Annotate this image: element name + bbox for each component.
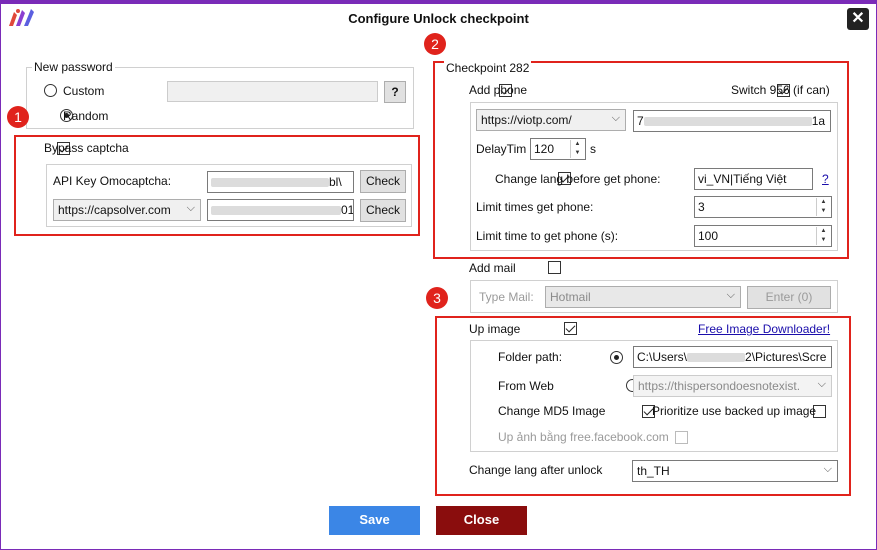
api-key-check-button[interactable]: Check — [360, 170, 406, 193]
from-web-select[interactable]: https://thispersondoesnotexist. ⌵ — [633, 375, 832, 397]
delay-unit: s — [590, 142, 596, 156]
switch-label: Switch 956 (if can) — [731, 83, 830, 97]
chevron-down-icon: ⌵ — [611, 112, 620, 124]
phone-site-select[interactable]: https://viotp.com/ ⌵ — [476, 109, 626, 131]
password-help-button[interactable]: ? — [384, 81, 406, 103]
folder-path-radio[interactable] — [609, 351, 623, 364]
enter-mail-button[interactable]: Enter (0) — [747, 286, 831, 309]
stepper-arrows-icon[interactable]: ▲ ▼ — [816, 198, 830, 216]
save-button[interactable]: Save — [329, 506, 420, 535]
add-phone-label: Add phone — [469, 83, 528, 97]
change-lang-before-label: Change lang before get phone: — [495, 172, 661, 186]
phone-site-value: https://viotp.com/ — [481, 113, 572, 127]
from-web-value: https://thispersondoesnotexist. — [638, 379, 801, 393]
type-mail-select[interactable]: Hotmail ⌵ — [545, 286, 741, 308]
captcha-provider-select[interactable]: https://capsolver.com ⌵ — [53, 199, 201, 221]
checkpoint-group-label: Checkpoint 282 — [444, 61, 532, 75]
limit-times-value: 3 — [698, 200, 705, 214]
close-window-button[interactable]: ✕ — [847, 8, 869, 30]
up-image-label: Up image — [469, 322, 521, 336]
lang-help-link[interactable]: ? — [822, 172, 829, 186]
free-image-downloader-link[interactable]: Free Image Downloader! — [698, 322, 830, 336]
custom-radio[interactable] — [44, 84, 57, 97]
window-title: Configure Unlock checkpoint — [348, 11, 529, 26]
custom-label: Custom — [63, 84, 105, 98]
bypass-captcha-label: Bypass captcha — [44, 141, 129, 155]
provider-key-input[interactable]: 01 — [207, 199, 354, 221]
type-mail-label: Type Mail: — [479, 290, 534, 304]
captcha-provider-value: https://capsolver.com — [58, 203, 171, 217]
limit-time-stepper[interactable]: 100 ▲ ▼ — [694, 225, 832, 247]
api-key-label: API Key Omocaptcha: — [53, 174, 172, 188]
badge-two: 2 — [424, 33, 446, 55]
folder-path-input[interactable]: C:\Users\ 2\Pictures\Scre — [633, 346, 832, 368]
limit-time-label: Limit time to get phone (s): — [476, 229, 619, 243]
stepper-arrows-icon[interactable]: ▲ ▼ — [570, 140, 584, 158]
phone-key-input[interactable]: 7 1a — [633, 110, 831, 132]
folder-path-suffix: 2\Pictures\Scre — [745, 350, 827, 364]
chevron-down-icon: ⌵ — [823, 463, 832, 475]
chevron-down-icon: ⌵ — [726, 289, 735, 301]
badge-three: 3 — [426, 287, 448, 309]
close-button[interactable]: Close — [436, 506, 527, 535]
type-mail-value: Hotmail — [550, 290, 591, 304]
api-key-input[interactable]: bl\ — [207, 171, 354, 193]
provider-key-suffix: 01 — [341, 203, 354, 217]
facebook-upload-label: Up ảnh bằng free.facebook.com — [498, 430, 669, 444]
up-image-checkbox[interactable] — [564, 322, 578, 335]
phone-key-suffix: 1a — [811, 114, 826, 128]
facebook-upload-checkbox[interactable] — [675, 431, 689, 444]
phone-key-prefix: 7 — [637, 114, 644, 128]
change-md5-label: Change MD5 Image — [498, 404, 606, 418]
change-lang-after-value: th_TH — [637, 464, 670, 478]
provider-check-button[interactable]: Check — [360, 199, 406, 222]
limit-times-label: Limit times get phone: — [476, 200, 594, 214]
badge-one: 1 — [7, 106, 29, 128]
api-key-suffix: bl\ — [329, 175, 342, 189]
add-mail-label: Add mail — [469, 261, 516, 275]
change-lang-after-select[interactable]: th_TH ⌵ — [632, 460, 838, 482]
password-group-label: New password — [32, 60, 115, 74]
folder-path-prefix: C:\Users\ — [637, 350, 688, 364]
limit-time-value: 100 — [698, 229, 719, 243]
lang-before-input[interactable]: vi_VN|Tiếng Việt — [694, 168, 813, 190]
prioritize-backup-label: Prioritize use backed up image — [652, 404, 817, 418]
stepper-arrows-icon[interactable]: ▲ ▼ — [816, 227, 830, 245]
chevron-down-icon: ⌵ — [817, 378, 826, 390]
custom-password-input[interactable] — [167, 81, 378, 102]
folder-path-label: Folder path: — [498, 350, 563, 364]
from-web-label: From Web — [498, 379, 554, 393]
random-label: Random — [63, 109, 109, 123]
limit-times-stepper[interactable]: 3 ▲ ▼ — [694, 196, 832, 218]
delay-value: 120 — [534, 142, 555, 156]
chevron-down-icon: ⌵ — [186, 202, 195, 214]
change-lang-after-label: Change lang after unlock — [469, 463, 603, 477]
delay-stepper[interactable]: 120 ▲ ▼ — [530, 138, 586, 160]
delay-label: DelayTim — [476, 142, 527, 156]
add-mail-checkbox[interactable] — [548, 261, 562, 274]
